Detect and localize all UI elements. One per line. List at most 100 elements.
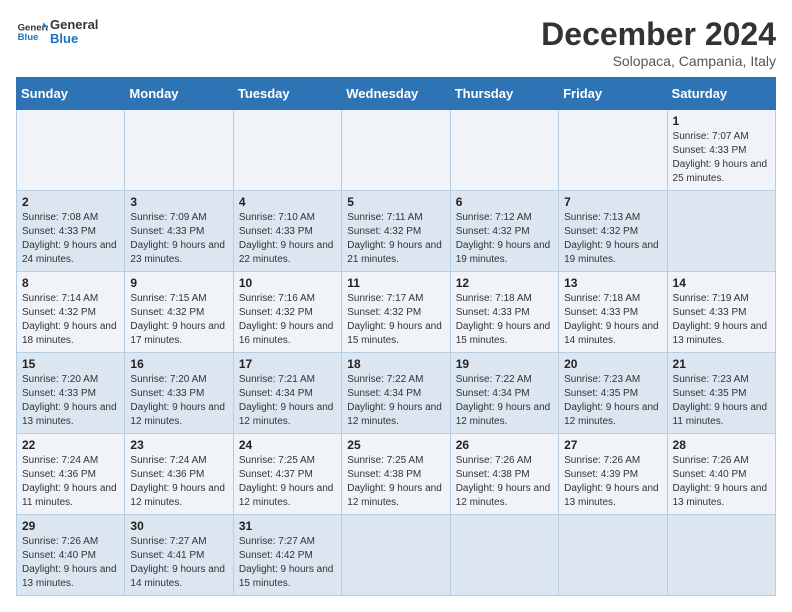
day-info: Sunrise: 7:18 AMSunset: 4:33 PMDaylight:… — [456, 292, 553, 348]
calendar-cell: 1 Sunrise: 7:07 AMSunset: 4:33 PMDaylight… — [667, 110, 775, 191]
day-info: Sunrise: 7:08 AMSunset: 4:33 PMDaylight:… — [22, 211, 119, 267]
calendar-cell — [342, 110, 450, 191]
calendar-cell — [450, 110, 558, 191]
day-number: 27 — [564, 438, 661, 452]
calendar-cell — [559, 110, 667, 191]
logo-line2: Blue — [50, 32, 98, 46]
calendar-cell: 6 Sunrise: 7:12 AMSunset: 4:32 PMDaylight… — [450, 191, 558, 272]
calendar-cell: 10Sunrise: 7:16 AMSunset: 4:32 PMDayligh… — [233, 272, 341, 353]
header-sunday: Sunday — [17, 78, 125, 110]
day-number: 31 — [239, 519, 336, 533]
day-info: Sunrise: 7:20 AMSunset: 4:33 PMDaylight:… — [22, 373, 119, 429]
calendar-cell: 31 Sunrise: 7:27 AMSunset: 4:42 PMDayligh… — [233, 515, 341, 596]
day-number: 5 — [347, 195, 444, 209]
calendar-cell: 12 Sunrise: 7:18 AMSunset: 4:33 PMDayligh… — [450, 272, 558, 353]
day-number: 30 — [130, 519, 227, 533]
calendar-cell: 5 Sunrise: 7:11 AMSunset: 4:32 PMDaylight… — [342, 191, 450, 272]
day-number: 19 — [456, 357, 553, 371]
day-info: Sunrise: 7:20 AMSunset: 4:33 PMDaylight:… — [130, 373, 227, 429]
day-number: 26 — [456, 438, 553, 452]
logo-line1: General — [50, 18, 98, 32]
calendar-cell — [17, 110, 125, 191]
calendar-cell — [233, 110, 341, 191]
day-number: 2 — [22, 195, 119, 209]
calendar-week-row: 8 Sunrise: 7:14 AMSunset: 4:32 PMDaylight… — [17, 272, 776, 353]
day-info: Sunrise: 7:27 AMSunset: 4:41 PMDaylight:… — [130, 535, 227, 591]
calendar-cell: 24Sunrise: 7:25 AMSunset: 4:37 PMDayligh… — [233, 434, 341, 515]
day-info: Sunrise: 7:14 AMSunset: 4:32 PMDaylight:… — [22, 292, 119, 348]
day-number: 3 — [130, 195, 227, 209]
calendar-cell: 22 Sunrise: 7:24 AMSunset: 4:36 PMDayligh… — [17, 434, 125, 515]
day-number: 4 — [239, 195, 336, 209]
day-info: Sunrise: 7:27 AMSunset: 4:42 PMDaylight:… — [239, 535, 336, 591]
calendar-week-row: 1 Sunrise: 7:07 AMSunset: 4:33 PMDaylight… — [17, 110, 776, 191]
calendar-cell — [125, 110, 233, 191]
calendar-cell: 15 Sunrise: 7:20 AMSunset: 4:33 PMDayligh… — [17, 353, 125, 434]
day-info: Sunrise: 7:10 AMSunset: 4:33 PMDaylight:… — [239, 211, 336, 267]
day-info: Sunrise: 7:22 AMSunset: 4:34 PMDaylight:… — [456, 373, 553, 429]
calendar-cell — [559, 515, 667, 596]
calendar-header: Sunday Monday Tuesday Wednesday Thursday… — [17, 78, 776, 110]
day-number: 9 — [130, 276, 227, 290]
day-number: 6 — [456, 195, 553, 209]
day-info: Sunrise: 7:07 AMSunset: 4:33 PMDaylight:… — [673, 130, 770, 186]
header-wednesday: Wednesday — [342, 78, 450, 110]
day-info: Sunrise: 7:23 AMSunset: 4:35 PMDaylight:… — [564, 373, 661, 429]
calendar-cell: 2 Sunrise: 7:08 AMSunset: 4:33 PMDaylight… — [17, 191, 125, 272]
day-number: 15 — [22, 357, 119, 371]
day-number: 8 — [22, 276, 119, 290]
day-info: Sunrise: 7:17 AMSunset: 4:32 PMDaylight:… — [347, 292, 444, 348]
day-number: 18 — [347, 357, 444, 371]
calendar-cell: 30 Sunrise: 7:27 AMSunset: 4:41 PMDayligh… — [125, 515, 233, 596]
day-number: 28 — [673, 438, 770, 452]
day-number: 1 — [673, 114, 770, 128]
day-info: Sunrise: 7:22 AMSunset: 4:34 PMDaylight:… — [347, 373, 444, 429]
calendar-table: Sunday Monday Tuesday Wednesday Thursday… — [16, 77, 776, 596]
logo-icon: General Blue — [16, 16, 48, 48]
day-info: Sunrise: 7:12 AMSunset: 4:32 PMDaylight:… — [456, 211, 553, 267]
calendar-week-row: 15 Sunrise: 7:20 AMSunset: 4:33 PMDayligh… — [17, 353, 776, 434]
title-block: December 2024 Solopaca, Campania, Italy — [541, 16, 776, 69]
day-number: 24 — [239, 438, 336, 452]
calendar-cell — [667, 191, 775, 272]
calendar-cell: 11 Sunrise: 7:17 AMSunset: 4:32 PMDayligh… — [342, 272, 450, 353]
day-info: Sunrise: 7:26 AMSunset: 4:40 PMDaylight:… — [673, 454, 770, 510]
day-info: Sunrise: 7:18 AMSunset: 4:33 PMDaylight:… — [564, 292, 661, 348]
day-number: 25 — [347, 438, 444, 452]
calendar-cell: 7 Sunrise: 7:13 AMSunset: 4:32 PMDaylight… — [559, 191, 667, 272]
calendar-cell: 29Sunrise: 7:26 AMSunset: 4:40 PMDayligh… — [17, 515, 125, 596]
day-info: Sunrise: 7:23 AMSunset: 4:35 PMDaylight:… — [673, 373, 770, 429]
day-info: Sunrise: 7:21 AMSunset: 4:34 PMDaylight:… — [239, 373, 336, 429]
calendar-cell: 21Sunrise: 7:23 AMSunset: 4:35 PMDayligh… — [667, 353, 775, 434]
day-number: 14 — [673, 276, 770, 290]
day-number: 7 — [564, 195, 661, 209]
calendar-cell: 23Sunrise: 7:24 AMSunset: 4:36 PMDayligh… — [125, 434, 233, 515]
day-number: 12 — [456, 276, 553, 290]
day-number: 16 — [130, 357, 227, 371]
day-info: Sunrise: 7:13 AMSunset: 4:32 PMDaylight:… — [564, 211, 661, 267]
calendar-week-row: 22 Sunrise: 7:24 AMSunset: 4:36 PMDayligh… — [17, 434, 776, 515]
day-number: 23 — [130, 438, 227, 452]
logo: General Blue General Blue — [16, 16, 98, 48]
calendar-subtitle: Solopaca, Campania, Italy — [541, 53, 776, 69]
day-info: Sunrise: 7:11 AMSunset: 4:32 PMDaylight:… — [347, 211, 444, 267]
day-number: 20 — [564, 357, 661, 371]
calendar-cell: 4 Sunrise: 7:10 AMSunset: 4:33 PMDaylight… — [233, 191, 341, 272]
calendar-cell: 19 Sunrise: 7:22 AMSunset: 4:34 PMDayligh… — [450, 353, 558, 434]
calendar-cell: 13 Sunrise: 7:18 AMSunset: 4:33 PMDayligh… — [559, 272, 667, 353]
calendar-cell: 14Sunrise: 7:19 AMSunset: 4:33 PMDayligh… — [667, 272, 775, 353]
day-number: 11 — [347, 276, 444, 290]
header-row: Sunday Monday Tuesday Wednesday Thursday… — [17, 78, 776, 110]
calendar-body: 1 Sunrise: 7:07 AMSunset: 4:33 PMDaylight… — [17, 110, 776, 596]
day-info: Sunrise: 7:26 AMSunset: 4:38 PMDaylight:… — [456, 454, 553, 510]
calendar-cell: 17Sunrise: 7:21 AMSunset: 4:34 PMDayligh… — [233, 353, 341, 434]
day-info: Sunrise: 7:24 AMSunset: 4:36 PMDaylight:… — [22, 454, 119, 510]
day-info: Sunrise: 7:16 AMSunset: 4:32 PMDaylight:… — [239, 292, 336, 348]
calendar-cell: 28 Sunrise: 7:26 AMSunset: 4:40 PMDayligh… — [667, 434, 775, 515]
header-monday: Monday — [125, 78, 233, 110]
calendar-cell: 9Sunrise: 7:15 AMSunset: 4:32 PMDaylight… — [125, 272, 233, 353]
day-number: 13 — [564, 276, 661, 290]
day-number: 22 — [22, 438, 119, 452]
calendar-cell: 25Sunrise: 7:25 AMSunset: 4:38 PMDayligh… — [342, 434, 450, 515]
calendar-week-row: 2 Sunrise: 7:08 AMSunset: 4:33 PMDaylight… — [17, 191, 776, 272]
